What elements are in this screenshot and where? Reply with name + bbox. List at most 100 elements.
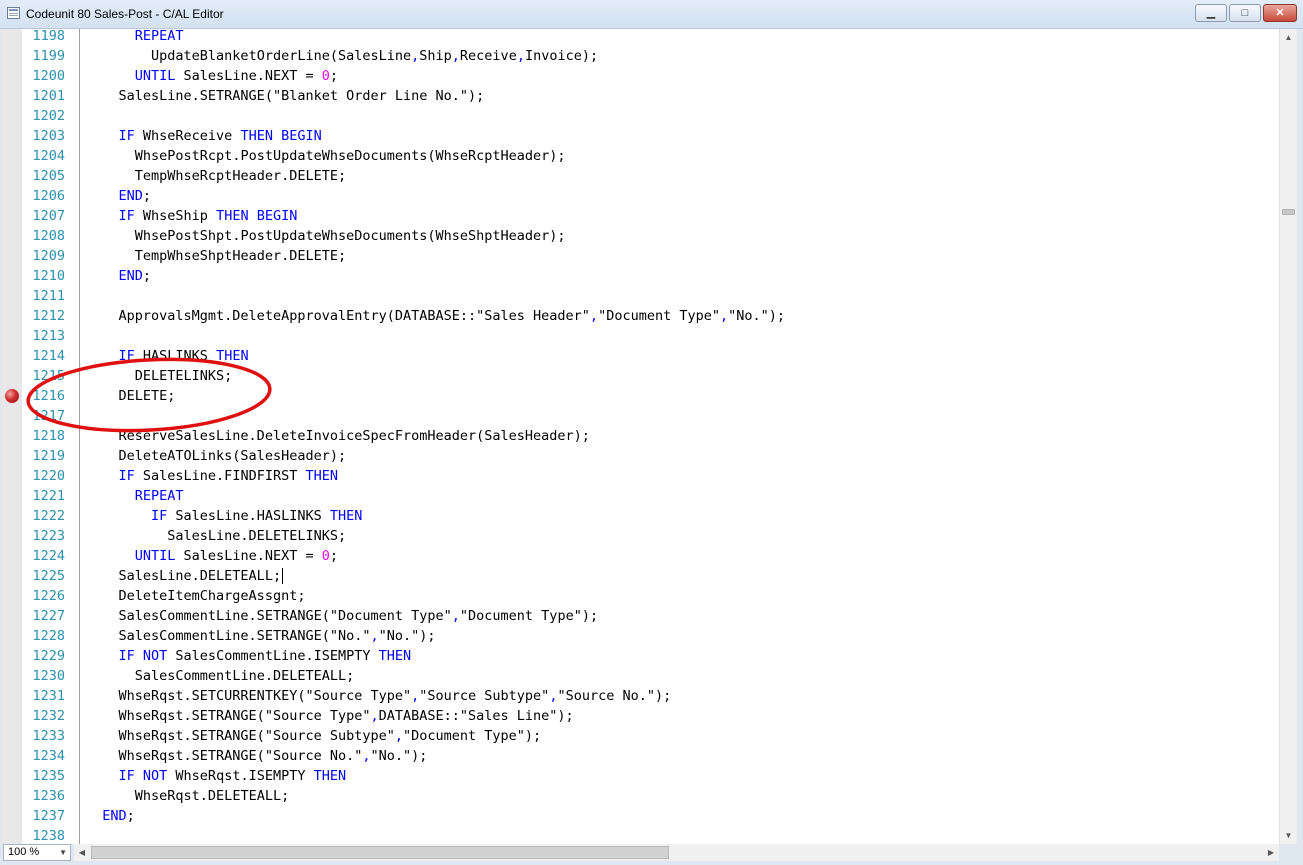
code-line[interactable]: 1236 WhseRqst.DELETEALL;: [1, 786, 1279, 806]
code-text[interactable]: SalesLine.DELETEALL;: [86, 566, 284, 586]
code-text[interactable]: IF NOT SalesCommentLine.ISEMPTY THEN: [86, 646, 412, 666]
code-text[interactable]: WhseRqst.SETCURRENTKEY("Source Type","So…: [86, 686, 672, 706]
code-line[interactable]: 1217: [1, 406, 1279, 426]
code-line[interactable]: 1228 SalesCommentLine.SETRANGE("No.","No…: [1, 626, 1279, 646]
code-line[interactable]: 1234 WhseRqst.SETRANGE("Source No.","No.…: [1, 746, 1279, 766]
code-token: WhseReceive: [134, 128, 241, 144]
code-text[interactable]: IF WhseReceive THEN BEGIN: [86, 126, 322, 146]
code-text[interactable]: IF SalesLine.HASLINKS THEN: [86, 506, 362, 526]
scroll-left-arrow-icon[interactable]: ◀: [74, 844, 90, 861]
code-line[interactable]: 1227 SalesCommentLine.SETRANGE("Document…: [1, 606, 1279, 626]
code-line[interactable]: 1208 WhsePostShpt.PostUpdateWhseDocument…: [1, 226, 1279, 246]
code-line[interactable]: 1215 DELETELINKS;: [1, 366, 1279, 386]
code-line[interactable]: 1233 WhseRqst.SETRANGE("Source Subtype",…: [1, 726, 1279, 746]
code-line[interactable]: 1210 END;: [1, 266, 1279, 286]
code-line[interactable]: 1200 UNTIL SalesLine.NEXT = 0;: [1, 66, 1279, 86]
code-text[interactable]: UNTIL SalesLine.NEXT = 0;: [86, 546, 338, 566]
scroll-down-arrow-icon[interactable]: ▼: [1280, 827, 1297, 844]
breakpoint-icon[interactable]: [5, 389, 19, 403]
code-text[interactable]: SalesLine.DELETELINKS;: [86, 526, 346, 546]
code-text[interactable]: END;: [86, 266, 152, 286]
code-text[interactable]: ApprovalsMgmt.DeleteApprovalEntry(DATABA…: [86, 306, 786, 326]
code-text[interactable]: SalesCommentLine.SETRANGE("No.","No.");: [86, 626, 436, 646]
code-text[interactable]: END;: [86, 806, 135, 826]
code-line[interactable]: 1198 REPEAT: [1, 29, 1279, 46]
keyword-token: THEN: [329, 508, 363, 524]
code-text[interactable]: DeleteATOLinks(SalesHeader);: [86, 446, 347, 466]
code-text[interactable]: WhsePostShpt.PostUpdateWhseDocuments(Whs…: [86, 226, 566, 246]
zoom-select[interactable]: 100 % ▼: [3, 844, 71, 861]
maximize-button[interactable]: □: [1229, 4, 1261, 22]
code-text[interactable]: TempWhseRcptHeader.DELETE;: [86, 166, 346, 186]
code-line[interactable]: 1220 IF SalesLine.FINDFIRST THEN: [1, 466, 1279, 486]
scroll-up-arrow-icon[interactable]: ▲: [1280, 29, 1297, 46]
code-line[interactable]: 1211: [1, 286, 1279, 306]
code-text[interactable]: DELETELINKS;: [86, 366, 233, 386]
code-text[interactable]: WhseRqst.DELETEALL;: [86, 786, 289, 806]
code-line[interactable]: 1212 ApprovalsMgmt.DeleteApprovalEntry(D…: [1, 306, 1279, 326]
code-text[interactable]: DELETE;: [86, 386, 176, 406]
code-line[interactable]: 1237 END;: [1, 806, 1279, 826]
code-text[interactable]: SalesLine.SETRANGE("Blanket Order Line N…: [86, 86, 485, 106]
code-text[interactable]: UNTIL SalesLine.NEXT = 0;: [86, 66, 338, 86]
close-button[interactable]: ✕: [1263, 4, 1297, 22]
code-text[interactable]: END;: [86, 186, 152, 206]
code-line[interactable]: 1202: [1, 106, 1279, 126]
code-text[interactable]: IF HASLINKS THEN: [86, 346, 249, 366]
code-line[interactable]: 1206 END;: [1, 186, 1279, 206]
vertical-scrollbar[interactable]: ▲ ▼: [1279, 29, 1297, 844]
horizontal-scrollbar[interactable]: ◀ ▶: [74, 844, 1279, 861]
code-line[interactable]: 1213: [1, 326, 1279, 346]
code-line[interactable]: 1231 WhseRqst.SETCURRENTKEY("Source Type…: [1, 686, 1279, 706]
code-line[interactable]: 1224 UNTIL SalesLine.NEXT = 0;: [1, 546, 1279, 566]
code-line[interactable]: 1216 DELETE;: [1, 386, 1279, 406]
scroll-right-arrow-icon[interactable]: ▶: [1263, 844, 1279, 861]
code-line[interactable]: 1226 DeleteItemChargeAssgnt;: [1, 586, 1279, 606]
horizontal-scroll-thumb[interactable]: [91, 846, 669, 859]
code-line[interactable]: 1238: [1, 826, 1279, 844]
code-text[interactable]: IF WhseShip THEN BEGIN: [86, 206, 298, 226]
code-text[interactable]: WhseRqst.SETRANGE("Source Type",DATABASE…: [86, 706, 574, 726]
minimize-button[interactable]: ▁: [1195, 4, 1227, 22]
code-line[interactable]: 1232 WhseRqst.SETRANGE("Source Type",DAT…: [1, 706, 1279, 726]
code-token: DELETELINKS;: [134, 368, 233, 384]
vertical-scroll-thumb[interactable]: [1282, 209, 1295, 215]
code-line[interactable]: 1199 UpdateBlanketOrderLine(SalesLine,Sh…: [1, 46, 1279, 66]
code-text[interactable]: IF NOT WhseRqst.ISEMPTY THEN: [86, 766, 347, 786]
code-line[interactable]: 1223 SalesLine.DELETELINKS;: [1, 526, 1279, 546]
code-line[interactable]: 1201 SalesLine.SETRANGE("Blanket Order L…: [1, 86, 1279, 106]
code-line[interactable]: 1235 IF NOT WhseRqst.ISEMPTY THEN: [1, 766, 1279, 786]
code-line[interactable]: 1229 IF NOT SalesCommentLine.ISEMPTY THE…: [1, 646, 1279, 666]
code-text[interactable]: TempWhseShptHeader.DELETE;: [86, 246, 346, 266]
code-text[interactable]: ReserveSalesLine.DeleteInvoiceSpecFromHe…: [86, 426, 590, 446]
code-text[interactable]: DeleteItemChargeAssgnt;: [86, 586, 306, 606]
code-text[interactable]: REPEAT: [86, 486, 184, 506]
code-line[interactable]: 1205 TempWhseRcptHeader.DELETE;: [1, 166, 1279, 186]
code-text[interactable]: SalesCommentLine.SETRANGE("Document Type…: [86, 606, 599, 626]
code-line[interactable]: 1225 SalesLine.DELETEALL;: [1, 566, 1279, 586]
code-token: ;: [126, 808, 135, 824]
chevron-down-icon[interactable]: ▼: [59, 845, 67, 860]
code-text[interactable]: UpdateBlanketOrderLine(SalesLine,Ship,Re…: [86, 46, 598, 66]
code-text[interactable]: WhsePostRcpt.PostUpdateWhseDocuments(Whs…: [86, 146, 566, 166]
code-text[interactable]: IF SalesLine.FINDFIRST THEN: [86, 466, 338, 486]
code-editor[interactable]: 1198 REPEAT 1199 UpdateBlanketOrderLine(S…: [1, 29, 1279, 844]
code-line[interactable]: 1204 WhsePostRcpt.PostUpdateWhseDocument…: [1, 146, 1279, 166]
code-line[interactable]: 1207 IF WhseShip THEN BEGIN: [1, 206, 1279, 226]
code-text[interactable]: SalesCommentLine.DELETEALL;: [86, 666, 354, 686]
code-line[interactable]: 1218 ReserveSalesLine.DeleteInvoiceSpecF…: [1, 426, 1279, 446]
code-token: "Source No.");: [557, 688, 672, 704]
code-line[interactable]: 1219 DeleteATOLinks(SalesHeader);: [1, 446, 1279, 466]
code-line[interactable]: 1203 IF WhseReceive THEN BEGIN: [1, 126, 1279, 146]
code-line[interactable]: 1230 SalesCommentLine.DELETEALL;: [1, 666, 1279, 686]
code-text[interactable]: WhseRqst.SETRANGE("Source No.","No.");: [86, 746, 428, 766]
code-line[interactable]: 1209 TempWhseShptHeader.DELETE;: [1, 246, 1279, 266]
code-line[interactable]: 1214 IF HASLINKS THEN: [1, 346, 1279, 366]
line-number: 1204: [32, 148, 65, 164]
code-text[interactable]: REPEAT: [86, 29, 184, 46]
code-line[interactable]: 1221 REPEAT: [1, 486, 1279, 506]
code-line[interactable]: 1222 IF SalesLine.HASLINKS THEN: [1, 506, 1279, 526]
code-text[interactable]: WhseRqst.SETRANGE("Source Subtype","Docu…: [86, 726, 542, 746]
